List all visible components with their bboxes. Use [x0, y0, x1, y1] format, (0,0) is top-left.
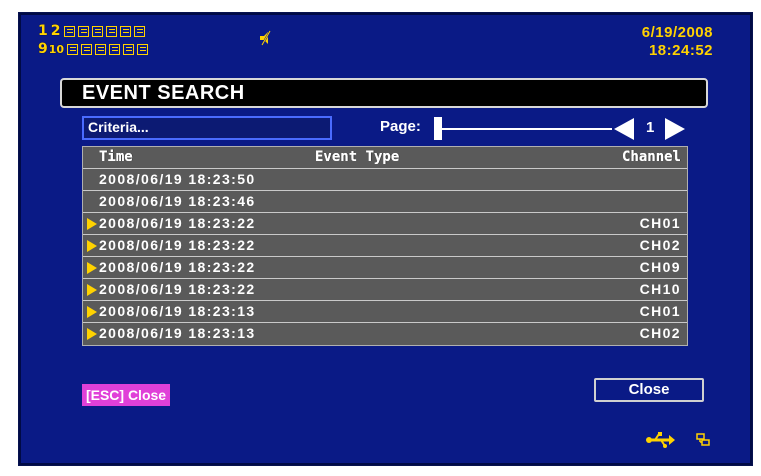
- row-time: 2008/06/19 18:23:50: [99, 171, 256, 187]
- camera-indicator-icon: [81, 43, 93, 55]
- table-row[interactable]: 2008/06/19 18:23:22 CH02: [83, 235, 687, 257]
- column-header-time: Time: [99, 149, 133, 165]
- page-slider-handle[interactable]: [434, 117, 442, 140]
- camera-row-1: 1 2: [38, 22, 228, 40]
- camera-indicator-icon: [137, 43, 149, 55]
- camera-row-2: 9 10: [38, 40, 228, 58]
- camera-indicator-icon: [105, 25, 117, 37]
- page-number: 1: [646, 119, 655, 136]
- row-marker-icon: [87, 306, 97, 318]
- criteria-button[interactable]: Criteria...: [82, 116, 332, 140]
- row-marker-icon: [87, 218, 97, 230]
- camera-indicator-icon: [109, 43, 121, 55]
- event-table: Time Event Type Channel 2008/06/19 18:23…: [82, 146, 688, 346]
- row-channel: CH09: [639, 259, 681, 275]
- current-date: 6/19/2008: [641, 24, 713, 41]
- page-slider-track[interactable]: [442, 128, 612, 130]
- column-header-event-type: Event Type: [315, 149, 400, 165]
- page-label: Page:: [380, 118, 421, 135]
- close-button[interactable]: Close: [594, 378, 704, 402]
- page-title-bar: EVENT SEARCH: [60, 78, 708, 108]
- table-row[interactable]: 2008/06/19 18:23:22 CH09: [83, 257, 687, 279]
- camera-number: 10: [48, 42, 65, 56]
- row-channel: CH01: [639, 215, 681, 231]
- usb-icon: [646, 432, 675, 448]
- date-time-display: 6/19/2008 18:24:52: [642, 24, 713, 60]
- row-channel: CH10: [639, 281, 681, 297]
- page-prev-icon[interactable]: [614, 118, 634, 140]
- row-channel: CH01: [639, 303, 681, 319]
- current-time: 18:24:52: [648, 42, 713, 59]
- table-row[interactable]: 2008/06/19 18:23:50: [83, 169, 687, 191]
- table-row[interactable]: 2008/06/19 18:23:13 CH01: [83, 301, 687, 323]
- row-channel: CH02: [639, 325, 681, 341]
- table-row[interactable]: 2008/06/19 18:23:22 CH01: [83, 213, 687, 235]
- row-time: 2008/06/19 18:23:22: [99, 281, 256, 297]
- table-row[interactable]: 2008/06/19 18:23:46: [83, 191, 687, 213]
- row-time: 2008/06/19 18:23:22: [99, 215, 256, 231]
- esc-close-hint[interactable]: [ESC] Close: [82, 384, 170, 406]
- speaker-muted-icon: [260, 30, 271, 46]
- page-next-icon[interactable]: [665, 118, 685, 140]
- camera-number: 9: [38, 41, 48, 57]
- row-time: 2008/06/19 18:23:13: [99, 303, 256, 319]
- page-title: EVENT SEARCH: [82, 82, 245, 104]
- camera-indicator-icon: [133, 25, 145, 37]
- row-marker-icon: [87, 240, 97, 252]
- camera-status-panel: 1 2 9 10: [38, 22, 228, 62]
- column-header-channel: Channel: [621, 149, 681, 165]
- camera-indicator-icon: [119, 25, 131, 37]
- row-time: 2008/06/19 18:23:13: [99, 325, 256, 341]
- row-channel: CH02: [639, 237, 681, 253]
- camera-number: 1: [38, 23, 48, 39]
- row-marker-icon: [87, 284, 97, 296]
- table-row[interactable]: 2008/06/19 18:23:22 CH10: [83, 279, 687, 301]
- table-header: Time Event Type Channel: [83, 147, 687, 169]
- row-marker-icon: [87, 328, 97, 340]
- table-row[interactable]: 2008/06/19 18:23:13 CH02: [83, 323, 687, 345]
- row-time: 2008/06/19 18:23:22: [99, 259, 256, 275]
- camera-indicator-icon: [91, 25, 103, 37]
- row-marker-icon: [87, 262, 97, 274]
- camera-indicator-icon: [95, 43, 107, 55]
- camera-indicator-icon: [67, 43, 79, 55]
- row-time: 2008/06/19 18:23:22: [99, 237, 256, 253]
- camera-number: 2: [50, 23, 61, 39]
- camera-indicator-icon: [77, 25, 89, 37]
- row-time: 2008/06/19 18:23:46: [99, 193, 256, 209]
- network-icon: [696, 433, 710, 446]
- camera-indicator-icon: [63, 25, 75, 37]
- camera-indicator-icon: [123, 43, 135, 55]
